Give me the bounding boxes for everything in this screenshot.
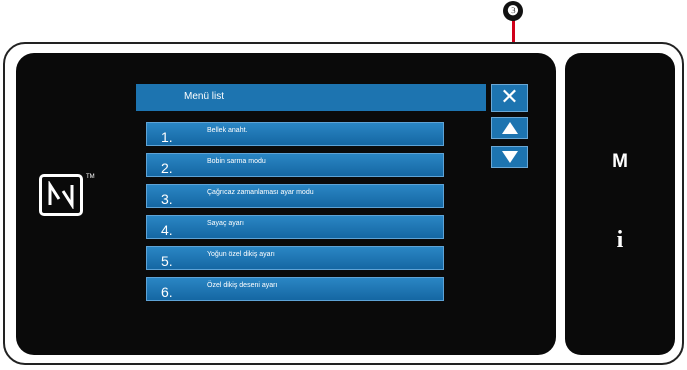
- menu-item-label: Sayaç ayarı: [207, 220, 244, 227]
- nfc-trademark: TM: [86, 174, 95, 180]
- scroll-up-button[interactable]: [491, 117, 528, 139]
- menu-header: Menü list: [136, 84, 486, 111]
- menu-item-4[interactable]: 4. Sayaç ayarı: [146, 215, 444, 239]
- menu-item-6[interactable]: 6. Özel dikiş deseni ayarı: [146, 277, 444, 301]
- menu-item-1[interactable]: 1. Bellek anaht.: [146, 122, 444, 146]
- touch-screen: TM Menü list ✕ 1. Bellek anaht. 2. Bobin…: [16, 53, 556, 355]
- menu-item-number: 3.: [161, 191, 173, 207]
- menu-item-2[interactable]: 2. Bobin sarma modu: [146, 153, 444, 177]
- menu-item-number: 2.: [161, 160, 173, 176]
- device-bezel: TM Menü list ✕ 1. Bellek anaht. 2. Bobin…: [3, 42, 684, 365]
- triangle-up-icon: [502, 122, 518, 134]
- nfc-icon: [39, 174, 83, 216]
- menu-item-number: 1.: [161, 129, 173, 145]
- menu-item-label: Yoğun özel dikiş ayarı: [207, 251, 275, 258]
- scroll-down-button[interactable]: [491, 146, 528, 168]
- close-icon: ✕: [500, 84, 519, 109]
- menu-item-label: Özel dikiş deseni ayarı: [207, 282, 278, 289]
- close-button[interactable]: ✕: [491, 84, 528, 112]
- menu-item-number: 6.: [161, 284, 173, 300]
- menu-item-number: 5.: [161, 253, 173, 269]
- menu-item-label: Bellek anaht.: [207, 127, 248, 134]
- callout-badge: ❸: [503, 1, 523, 21]
- info-key-button[interactable]: i: [565, 227, 675, 254]
- triangle-down-icon: [502, 151, 518, 163]
- m-key-button[interactable]: M: [565, 151, 675, 173]
- side-key-panel: M i: [565, 53, 675, 355]
- menu-item-number: 4.: [161, 222, 173, 238]
- menu-title: Menü list: [184, 91, 225, 102]
- menu-item-5[interactable]: 5. Yoğun özel dikiş ayarı: [146, 246, 444, 270]
- menu-item-label: Bobin sarma modu: [207, 158, 266, 165]
- menu-item-label: Çağrıcaz zamanlaması ayar modu: [207, 189, 314, 196]
- menu-item-3[interactable]: 3. Çağrıcaz zamanlaması ayar modu: [146, 184, 444, 208]
